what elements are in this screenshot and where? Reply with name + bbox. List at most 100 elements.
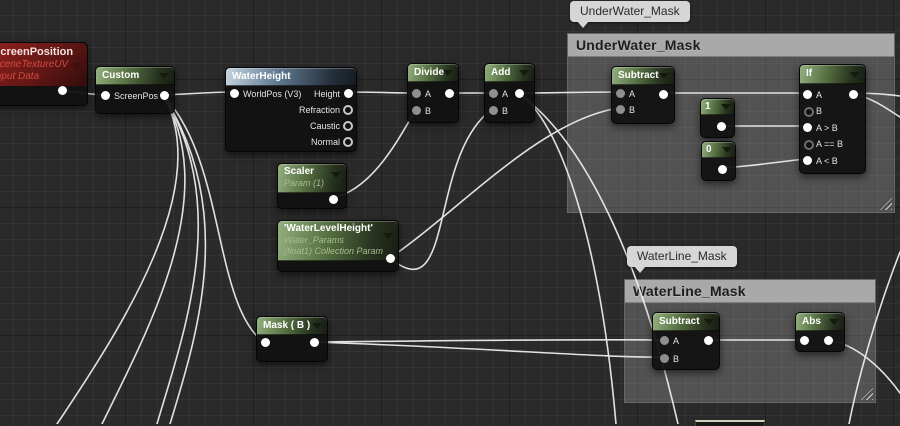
- pin-label: A < B: [816, 156, 838, 166]
- node-mask-b[interactable]: Mask ( B ): [256, 316, 328, 362]
- node-title: Subtract: [659, 316, 700, 327]
- node-if-header[interactable]: If: [800, 65, 865, 84]
- node-abs[interactable]: Abs: [795, 312, 845, 352]
- input-pin-a[interactable]: [489, 89, 498, 98]
- input-pin-screenpos[interactable]: [101, 91, 110, 100]
- output-pin[interactable]: [704, 336, 713, 345]
- node-subtract-header[interactable]: Subtract: [653, 313, 719, 331]
- output-pin[interactable]: [310, 338, 319, 347]
- node-divide-header[interactable]: Divide: [408, 64, 458, 82]
- node-constant-zero[interactable]: 0: [701, 141, 736, 181]
- chevron-down-icon[interactable]: [519, 70, 529, 76]
- wire: [347, 92, 415, 93]
- chevron-down-icon[interactable]: [331, 172, 341, 178]
- input-pin-a-greater-b[interactable]: [803, 123, 812, 132]
- chevron-down-icon[interactable]: [383, 233, 393, 239]
- node-subtract-waterline[interactable]: Subtract A B: [652, 312, 720, 370]
- pin-label: A: [816, 90, 822, 100]
- input-pin-a[interactable]: [660, 336, 669, 345]
- chevron-down-icon[interactable]: [312, 323, 322, 329]
- node-scaler-header[interactable]: Scaler Param (1): [278, 164, 346, 193]
- chevron-down-icon[interactable]: [829, 319, 839, 325]
- pin-label: B: [673, 354, 679, 364]
- output-pin[interactable]: [515, 89, 524, 98]
- pin-label: Refraction: [299, 105, 340, 115]
- material-graph-canvas[interactable]: { "nodes": { "screen_position": {"title"…: [0, 0, 900, 424]
- input-pin[interactable]: [800, 336, 809, 345]
- output-pin[interactable]: [718, 165, 727, 174]
- input-pin-a-less-b[interactable]: [803, 156, 812, 165]
- node-custom-header[interactable]: Custom: [96, 67, 174, 85]
- input-pin-b[interactable]: [489, 106, 498, 115]
- wire: [314, 340, 663, 342]
- output-pin[interactable]: [717, 122, 726, 131]
- wire: [163, 95, 205, 424]
- node-constant-zero-header[interactable]: 0: [702, 142, 735, 158]
- input-pin-b[interactable]: [412, 106, 421, 115]
- chevron-down-icon[interactable]: [72, 63, 82, 69]
- node-waterheight-header[interactable]: WaterHeight: [226, 68, 356, 86]
- node-abs-header[interactable]: Abs: [796, 313, 844, 331]
- node-title: Abs: [802, 316, 821, 327]
- output-pin-caustic[interactable]: [343, 121, 353, 131]
- node-subtitle: Input Data: [0, 71, 87, 83]
- node-add[interactable]: Add A B: [484, 63, 535, 123]
- wire: [849, 252, 900, 424]
- input-pin[interactable]: [261, 338, 270, 347]
- node-constant-one[interactable]: 1: [700, 98, 735, 138]
- output-pin[interactable]: [160, 91, 169, 100]
- node-title: ScreenPosition: [0, 46, 87, 59]
- chevron-down-icon[interactable]: [159, 73, 169, 79]
- input-pin-a[interactable]: [412, 89, 421, 98]
- node-subtitle: Water_Params: [284, 235, 392, 246]
- node-constant-one-header[interactable]: 1: [701, 99, 734, 115]
- output-pin[interactable]: [849, 90, 858, 99]
- chevron-down-icon[interactable]: [704, 319, 714, 325]
- node-screenposition-header[interactable]: ScreenPosition SceneTextureUV Input Data: [0, 43, 87, 86]
- output-pin[interactable]: [329, 195, 338, 204]
- node-waterlevelheight-header[interactable]: 'WaterLevelHeight' Water_Params (float1)…: [278, 221, 398, 261]
- output-pin[interactable]: [659, 90, 668, 99]
- chevron-down-icon[interactable]: [722, 147, 732, 153]
- chevron-down-icon[interactable]: [443, 70, 453, 76]
- node-add-header[interactable]: Add: [485, 64, 534, 82]
- chevron-down-icon[interactable]: [659, 73, 669, 79]
- input-pin-b[interactable]: [660, 354, 669, 363]
- node-partial-bottom[interactable]: [695, 420, 765, 426]
- input-pin-a-equals-b[interactable]: [804, 140, 814, 150]
- input-pin-a[interactable]: [803, 90, 812, 99]
- input-pin-a[interactable]: [616, 89, 625, 98]
- input-pin-worldpos[interactable]: [230, 89, 239, 98]
- node-waterheight[interactable]: WaterHeight WorldPos (V3) Height Refract…: [225, 67, 357, 152]
- chevron-down-icon[interactable]: [721, 104, 731, 110]
- output-pin[interactable]: [445, 89, 454, 98]
- output-pin-normal[interactable]: [343, 137, 353, 147]
- node-mask-b-header[interactable]: Mask ( B ): [257, 317, 327, 335]
- node-title: Scaler: [284, 166, 314, 177]
- node-subtract-underwater[interactable]: Subtract A B: [611, 66, 675, 124]
- node-scaler[interactable]: Scaler Param (1): [277, 163, 347, 209]
- pin-label: A: [629, 89, 635, 99]
- input-pin-b[interactable]: [804, 107, 814, 117]
- chevron-down-icon[interactable]: [850, 72, 860, 78]
- pin-label: Height: [314, 89, 340, 99]
- node-title: If: [806, 68, 812, 79]
- pin-label: A: [673, 336, 679, 346]
- node-divide[interactable]: Divide A B: [407, 63, 459, 123]
- output-pin-refraction[interactable]: [343, 105, 353, 115]
- output-pin[interactable]: [824, 336, 833, 345]
- node-subtract-header[interactable]: Subtract: [612, 67, 674, 85]
- node-title: Add: [491, 67, 510, 78]
- input-pin-b[interactable]: [616, 105, 625, 114]
- node-screenposition[interactable]: ScreenPosition SceneTextureUV Input Data: [0, 42, 88, 106]
- wire: [314, 342, 663, 357]
- node-title: Mask ( B ): [263, 320, 310, 331]
- output-pin[interactable]: [58, 86, 67, 95]
- node-title: 0: [706, 144, 712, 155]
- node-custom[interactable]: Custom ScreenPos: [95, 66, 175, 114]
- output-pin[interactable]: [386, 254, 395, 263]
- pin-label: A == B: [816, 139, 843, 149]
- node-waterlevelheight[interactable]: 'WaterLevelHeight' Water_Params (float1)…: [277, 220, 399, 272]
- node-if[interactable]: If A B A > B A == B A < B: [799, 64, 866, 174]
- output-pin-height[interactable]: [344, 89, 353, 98]
